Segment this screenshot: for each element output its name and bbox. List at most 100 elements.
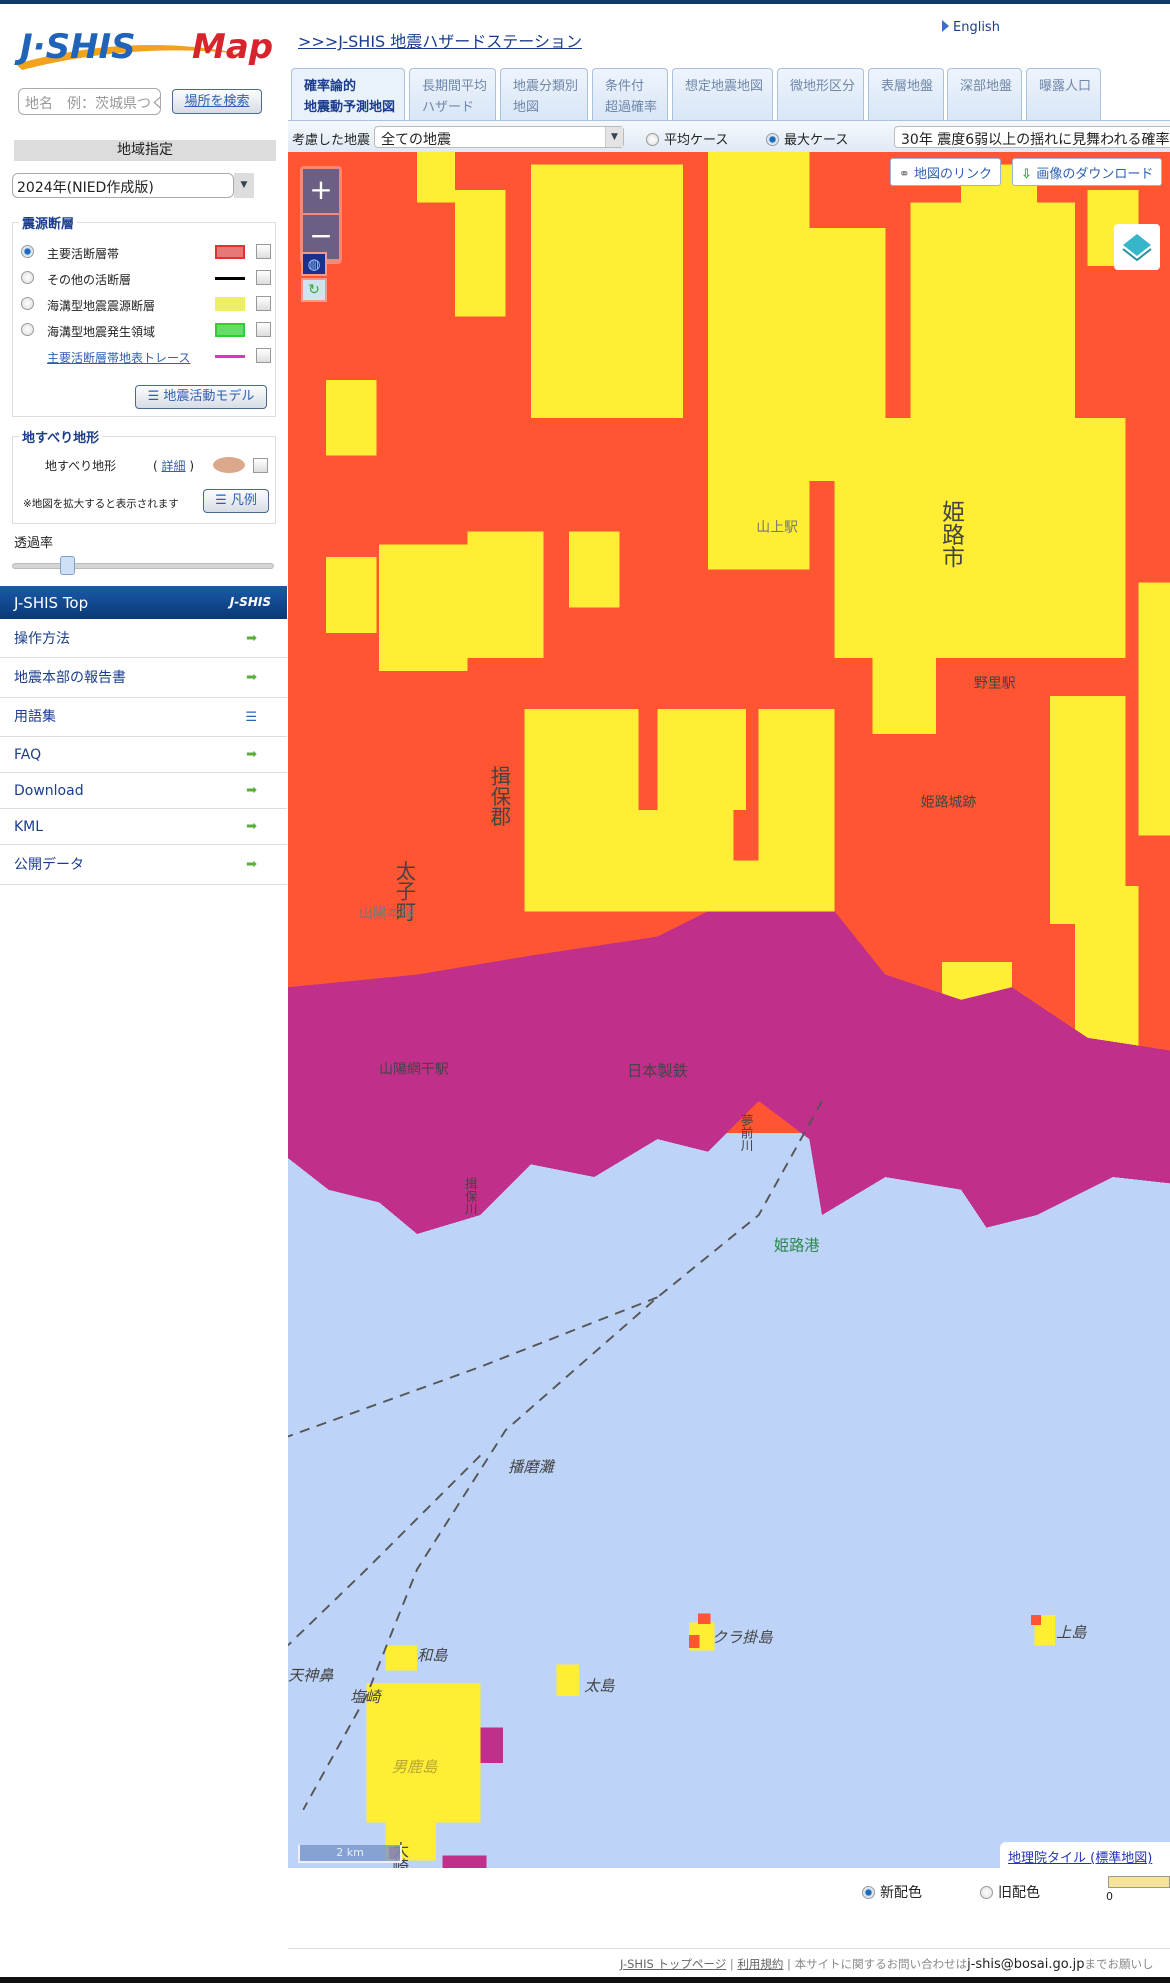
max-case-radio[interactable]: 最大ケース [766, 129, 848, 148]
menu-item[interactable]: 用語集 ☰ [0, 698, 287, 737]
tab-label: 超過確率 [605, 100, 658, 115]
place-search-input[interactable]: 地名 例：茨城県つくば市 [18, 88, 161, 115]
layers-button[interactable] [1114, 224, 1160, 270]
landslide-detail-link[interactable]: 詳細 [162, 459, 186, 473]
fault-checkbox[interactable] [256, 270, 271, 285]
separator: | [787, 1957, 791, 1971]
tab-5[interactable]: 微地形区分 [777, 68, 864, 120]
hazard-map[interactable]: 姫路市 野里駅 姫路城跡 太子町 揖保郡 日本製鉄 山陽網干駅 姫路港 播磨灘 … [288, 152, 1170, 1868]
landslide-checkbox[interactable] [253, 458, 268, 473]
fault-checkbox[interactable] [256, 322, 271, 337]
separator: | [729, 1957, 734, 1971]
new-color-radio[interactable]: 新配色 [862, 1882, 922, 1902]
island-block [697, 1613, 711, 1624]
menu-item[interactable]: Download ➡ [0, 773, 287, 809]
terms-link[interactable]: 利用規約 [737, 1957, 783, 1971]
menu-item[interactable]: 公開データ ➡ [0, 845, 287, 885]
place-search-button[interactable]: 場所を検索 [172, 89, 262, 114]
contact-tail: までお願いし [1084, 1957, 1154, 1971]
top-border [0, 0, 1170, 4]
zoom-control: + − [300, 166, 342, 264]
tab-3[interactable]: 条件付 超過確率 [592, 68, 668, 120]
map-label: 塩崎 [350, 1688, 382, 1706]
chevron-down-icon[interactable]: ▼ [605, 127, 623, 147]
footer: J-SHIS トップページ | 利用規約 | 本サイトに関するお問い合わせはj-… [620, 1956, 1170, 1972]
tab-label: 条件付 [605, 79, 645, 94]
tab-0[interactable]: 確率論的 地震動予測地図 [291, 68, 405, 122]
fault-checkbox[interactable] [256, 348, 271, 363]
fault-swatch [215, 323, 245, 337]
svg-text:J·SHIS: J·SHIS [14, 27, 136, 67]
probability-select[interactable]: 30年 震度6弱以上の揺れに見舞われる確率 [894, 126, 1170, 148]
legend-button-label: 凡例 [230, 493, 257, 508]
triangle-right-icon [942, 20, 949, 32]
tab-8[interactable]: 曝露人口 [1026, 68, 1101, 120]
island-block [385, 1645, 418, 1671]
fault-checkbox[interactable] [256, 244, 271, 259]
station-link[interactable]: >>>J-SHIS 地震ハザードステーション [298, 28, 582, 52]
fault-swatch [215, 277, 245, 280]
fault-swatch [215, 297, 245, 311]
jshis-top-page-link[interactable]: J-SHIS トップページ [620, 1957, 726, 1971]
tab-label: ハザード [422, 100, 475, 115]
map-label: 夢前川 [739, 1114, 754, 1152]
opacity-slider[interactable] [12, 563, 274, 569]
map-label: 揖保川 [463, 1177, 478, 1215]
landslide-section: 地すべり地形 地すべり地形 ( 詳細 ) ※地図を拡大すると表示されます ☰ 凡… [12, 427, 276, 524]
tab-label: 想定地震地図 [685, 79, 764, 94]
refresh-icon[interactable]: ↻ [301, 278, 327, 302]
image-download-label: 画像のダウンロード [1036, 167, 1154, 182]
moderate-area-block [455, 189, 506, 317]
globe-icon[interactable]: ◍ [301, 252, 327, 276]
map-canvas[interactable]: 姫路市 野里駅 姫路城跡 太子町 揖保郡 日本製鉄 山陽網干駅 姫路港 播磨灘 … [288, 152, 1170, 1868]
fault-radio[interactable] [21, 245, 34, 258]
fault-label[interactable]: 主要活断層帯地表トレース [47, 349, 190, 366]
menu-item[interactable]: KML ➡ [0, 809, 287, 845]
opacity-slider-thumb[interactable] [60, 556, 76, 575]
fault-radio[interactable] [21, 323, 34, 336]
contact-email[interactable]: j-shis@bosai.go.jp [967, 1957, 1084, 1972]
tab-1[interactable]: 長期間平均 ハザード [409, 68, 496, 120]
scale-bar: 2 km [298, 1845, 402, 1863]
tab-4[interactable]: 想定地震地図 [672, 68, 773, 120]
tab-6[interactable]: 表層地盤 [868, 68, 944, 120]
island-block [689, 1635, 700, 1648]
activity-model-button[interactable]: ☰ 地震活動モデル [135, 385, 267, 409]
download-arrow-icon: ⇩ [1021, 167, 1037, 182]
old-color-radio[interactable]: 旧配色 [980, 1882, 1040, 1902]
tab-label: 地震動予測地図 [304, 100, 396, 115]
color-scale-start: 0 [1106, 1890, 1113, 1903]
map-label: 姫路市 [938, 500, 964, 569]
menu-label: FAQ [14, 747, 42, 763]
fault-checkbox[interactable] [256, 296, 271, 311]
tab-2[interactable]: 地震分類別 地図 [500, 68, 588, 120]
jshis-map-logo[interactable]: J·SHIS Map [12, 14, 282, 70]
menu-item[interactable]: 操作方法 ➡ [0, 620, 287, 658]
fault-radio[interactable] [21, 297, 34, 310]
quake-select[interactable]: 全ての地震 ▼ [374, 126, 624, 148]
fault-radio[interactable] [21, 271, 34, 284]
menu-item[interactable]: 地震本部の報告書 ➡ [0, 658, 287, 698]
chevron-down-icon[interactable]: ▼ [234, 173, 254, 198]
image-download-button[interactable]: ⇩ 画像のダウンロード [1012, 158, 1163, 186]
landslide-swatch [213, 457, 245, 473]
tab-label: 微地形区分 [790, 79, 856, 94]
menu-label: 操作方法 [14, 631, 70, 647]
avg-case-radio[interactable]: 平均ケース [646, 129, 728, 148]
moderate-area-block [417, 152, 456, 203]
tab-label: 表層地盤 [881, 79, 934, 94]
legend-button[interactable]: ☰ 凡例 [203, 489, 269, 513]
map-link-button[interactable]: ⚭ 地図のリンク [890, 158, 1002, 186]
jshis-top-link[interactable]: J-SHIS Top J-SHIS [0, 586, 287, 619]
menu-item[interactable]: FAQ ➡ [0, 737, 287, 773]
moderate-area-block [325, 556, 377, 633]
fault-row: 海溝型地震発生領域 [21, 321, 271, 341]
tab-7[interactable]: 深部地盤 [947, 68, 1022, 120]
moderate-area-block [834, 417, 1126, 659]
fault-row: その他の活断層 [21, 269, 271, 289]
zoom-in-button[interactable]: + [303, 169, 339, 213]
map-label: クラ掛島 [712, 1629, 774, 1647]
english-link[interactable]: English [942, 20, 1000, 35]
year-select[interactable]: 2024年(NIED作成版) [12, 173, 234, 198]
attribution-link[interactable]: 地理院タイル (標準地図) [1000, 1842, 1170, 1868]
